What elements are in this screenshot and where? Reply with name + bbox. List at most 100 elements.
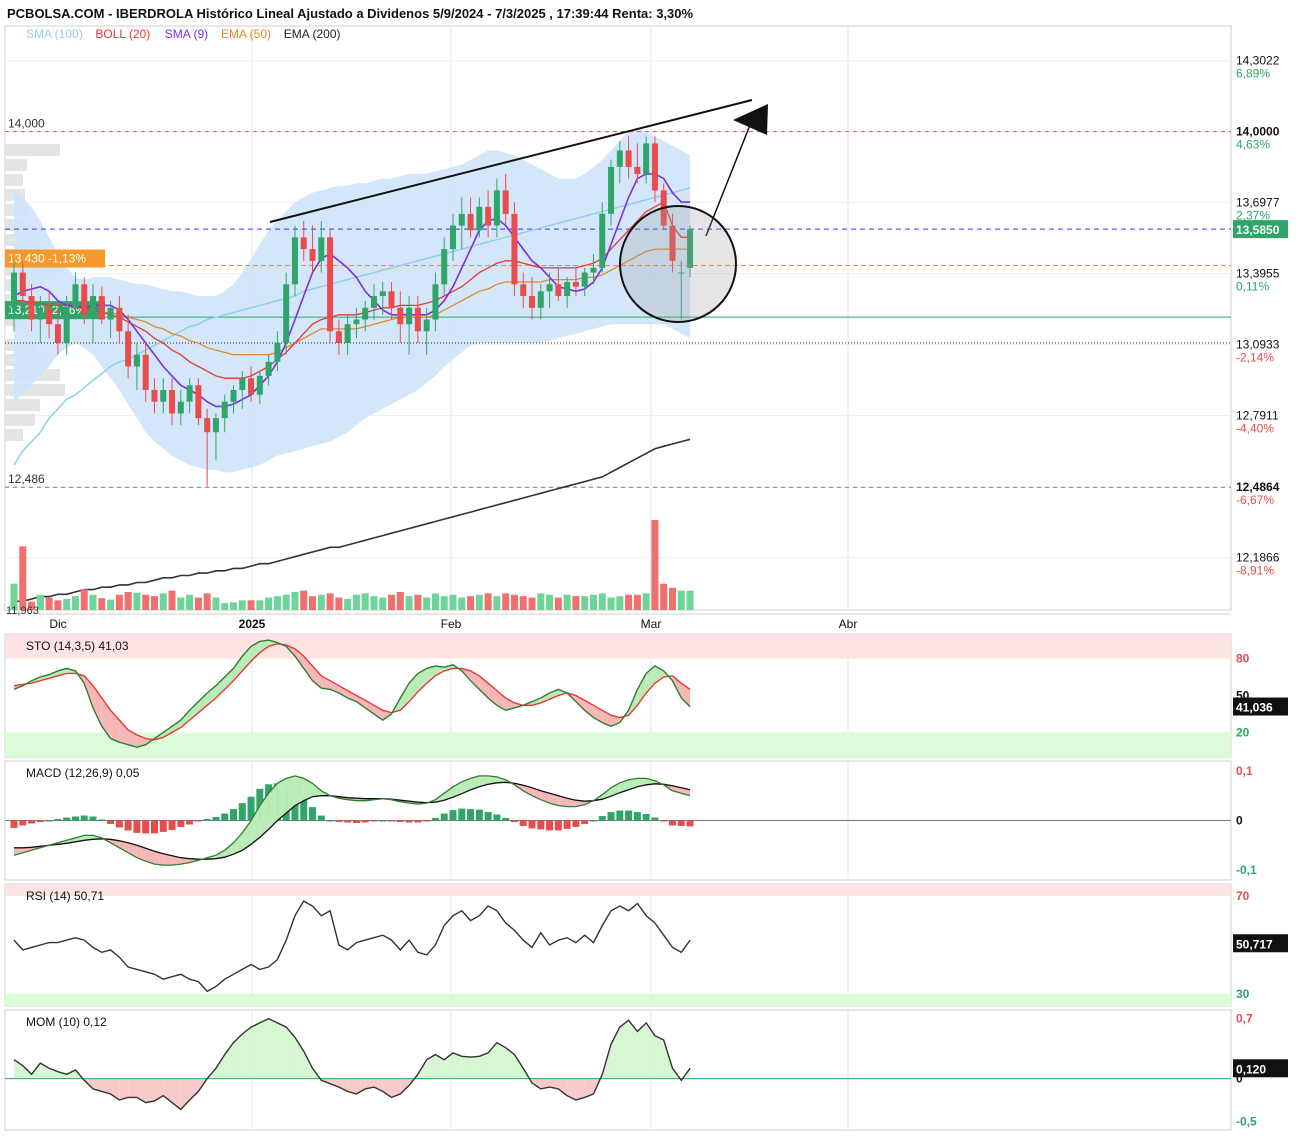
candle-body [414,307,421,332]
x-tick-label: Abr [839,617,858,631]
legend-item: BOLL (20) [95,27,150,41]
macd-histogram-bar [423,820,431,822]
candle-body [458,213,465,226]
panel-tick-label: 0 [1236,814,1243,828]
volume-bar [115,594,123,610]
volume-bar [352,594,360,610]
mom-fill [479,1052,489,1079]
panel-title: STO (14,3,5) 41,03 [26,639,129,653]
macd-histogram-bar [581,820,589,824]
candle-body [63,307,70,344]
candle-body [90,296,97,315]
candle-body [212,418,219,433]
macd-histogram-bar [28,820,36,824]
price-tick-label: 13,6977 [1236,196,1280,210]
x-tick-label: Feb [441,617,462,631]
macd-histogram-bar [335,820,343,822]
macd-histogram-bar [528,820,536,829]
volume-bar [273,596,281,610]
candle-body [441,249,448,285]
volume-bar [493,596,501,610]
mom-fill [145,1078,155,1103]
volume-bar [63,598,71,610]
candle-body [248,378,255,395]
volume-bar [686,590,694,610]
macd-histogram-bar [607,812,615,821]
macd-histogram-bar [80,815,88,821]
candle-body [432,284,439,320]
candle-body [485,206,492,226]
legend-item: SMA (100) [26,27,83,41]
volume-bar [168,590,176,610]
candle-body [107,307,114,320]
candle-body [72,284,79,308]
macd-histogram-bar [475,809,483,821]
price-tick-pct: -8,91% [1236,563,1274,577]
mom-fill [128,1078,137,1098]
price-tick-label: 14,3022 [1236,54,1280,68]
macd-histogram-bar [71,816,79,821]
candle-body [221,401,228,419]
candle-body [529,296,536,308]
candle-body [177,401,184,414]
candle-body [283,284,290,344]
mom-fill [268,1018,278,1079]
volume-bar [449,594,457,610]
price-tick-label: 14,0000 [1236,125,1280,139]
level-badge: 13,430 -1,13% [8,252,86,266]
macd-histogram-bar [45,820,53,822]
panel-title: RSI (14) 50,71 [26,889,104,903]
panel-value-badge: 50,717 [1236,937,1273,951]
volume-bar [458,597,466,610]
volume-bar [528,597,536,610]
candle-body [19,272,26,297]
macd-histogram-bar [431,818,439,821]
macd-histogram-bar [396,820,404,822]
volume-bar [309,596,317,610]
mom-fill [496,1042,506,1079]
macd-histogram-bar [405,820,413,823]
highlight-circle [619,205,737,323]
panel-tick-label: 30 [1236,987,1250,1001]
x-tick-label: 2025 [239,617,266,631]
candle-body [362,307,369,320]
candle-body [388,291,395,308]
candle-body [397,307,404,325]
candle-body [546,284,553,292]
candle-body [520,284,527,297]
candle-body [28,296,35,320]
mom-fill [242,1027,252,1079]
volume-bar [537,593,545,610]
level-label: 12,486 [8,472,45,486]
mom-fill [461,1056,471,1079]
volume-bar [212,597,220,610]
macd-histogram-bar [107,820,115,824]
macd-histogram-bar [168,820,176,830]
macd-histogram-bar [440,813,448,821]
macd-histogram-bar [537,820,545,830]
volume-bar [335,597,343,610]
volume-bottom-label: 11,963 [6,605,39,617]
macd-histogram-bar [467,809,475,821]
volume-bar [107,599,115,610]
volume-bar [133,592,141,610]
candle-body [327,237,334,332]
candle-body [239,378,246,390]
panel-tick-label: 0,1 [1236,764,1253,778]
volume-bar [388,594,396,610]
volume-bar [370,596,378,610]
price-tick-label: 12,7911 [1236,409,1279,423]
volume-profile-bar [5,174,23,186]
volume-bar [256,600,264,610]
macd-histogram-bar [54,819,62,821]
macd-histogram-bar [133,820,141,833]
panel-tick-label: 0,7 [1236,1012,1253,1026]
macd-histogram-bar [352,820,360,823]
mom-fill [277,1022,287,1079]
macd-histogram-bar [186,820,194,825]
macd-histogram-bar [361,820,369,823]
macd-histogram-bar [309,807,317,821]
legend-item: SMA (9) [165,27,208,41]
price-tick-pct: 0,11% [1236,280,1269,294]
candle-body [493,190,500,226]
